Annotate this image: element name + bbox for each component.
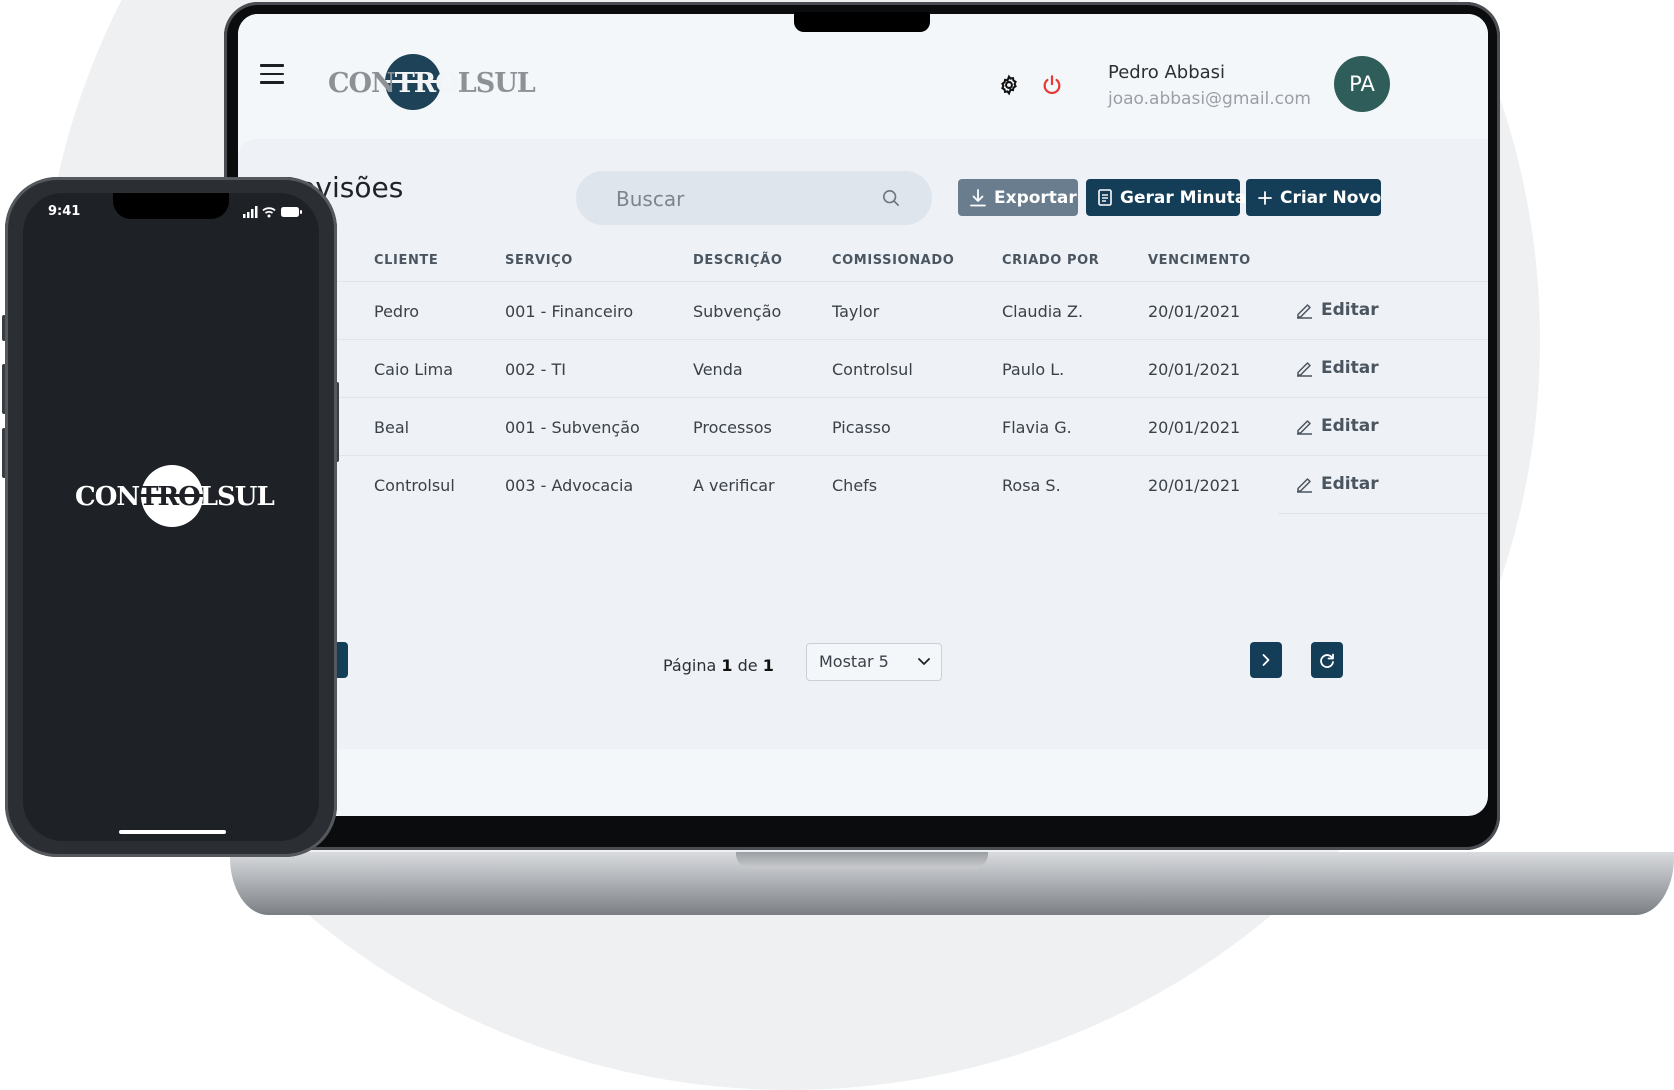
table-row[interactable]: Caio Lima 002 - TI Venda Controlsul Paul…	[238, 339, 1488, 398]
pagination-info: Página 1 de 1	[663, 656, 774, 675]
table-row[interactable]: Beal 001 - Subvenção Processos Picasso F…	[238, 397, 1488, 456]
cell-comissionado: Taylor	[832, 302, 880, 321]
cell-cliente: Beal	[374, 418, 410, 437]
column-header-vencimento[interactable]: VENCIMENTO	[1148, 253, 1251, 268]
gear-icon[interactable]	[998, 74, 1020, 96]
pencil-icon	[1297, 303, 1312, 319]
cell-comissionado: Picasso	[832, 418, 891, 437]
cell-criado-por: Claudia Z.	[1002, 302, 1084, 321]
menu-icon[interactable]	[260, 64, 284, 84]
cell-criado-por: Paulo L.	[1002, 360, 1065, 379]
splash-logo-text: CONTROLSUL	[75, 482, 275, 512]
cell-criado-por: Flavia G.	[1002, 418, 1072, 437]
edit-button[interactable]: Editar	[1296, 474, 1379, 494]
user-name: Pedro Abbasi	[1108, 62, 1226, 83]
phone-screen: 9:41 CONTROLSUL	[23, 193, 319, 841]
app-logo[interactable]: CONTROLSUL	[328, 54, 536, 114]
table-row[interactable]: Controlsul 003 - Advocacia A verificar C…	[238, 455, 1488, 514]
refresh-button[interactable]	[1311, 642, 1343, 678]
edit-label: Editar	[1321, 416, 1379, 436]
pencil-icon	[1297, 477, 1312, 493]
cell-vencimento: 20/01/2021	[1148, 418, 1241, 437]
cell-descricao: A verificar	[693, 476, 775, 495]
export-label: Exportar	[994, 187, 1077, 208]
column-header-comissionado[interactable]: COMISSIONADO	[832, 253, 954, 268]
create-new-label: Criar Novo	[1280, 187, 1382, 208]
phone-clock: 9:41	[48, 204, 81, 219]
page-size-select[interactable]: Mostar 5	[806, 643, 942, 681]
download-icon	[970, 188, 986, 206]
document-icon	[1098, 189, 1112, 206]
edit-button[interactable]: Editar	[1296, 416, 1379, 436]
laptop-screen: CONTROLSUL Pedro Abbasi joao.abbasi@gmai…	[238, 14, 1488, 816]
logo-text: CONTROLSUL	[328, 68, 536, 99]
search-box	[576, 171, 932, 227]
chevron-right-icon	[1262, 654, 1270, 666]
power-icon[interactable]	[1041, 74, 1063, 96]
cell-vencimento: 20/01/2021	[1148, 476, 1241, 495]
page-size-value: Mostar 5	[819, 652, 889, 671]
next-page-button[interactable]	[1250, 642, 1282, 678]
edit-button[interactable]: Editar	[1296, 358, 1379, 378]
search-input[interactable]	[614, 171, 878, 227]
pagination-prefix: Página	[663, 656, 717, 675]
phone-dynamic-island	[113, 193, 229, 219]
cell-cliente: Controlsul	[374, 476, 455, 495]
pagination-sep: de	[737, 656, 758, 675]
cell-criado-por: Rosa S.	[1002, 476, 1061, 495]
column-header-descricao[interactable]: DESCRIÇÃO	[693, 253, 782, 268]
cell-servico: 002 - TI	[505, 360, 566, 379]
home-indicator[interactable]	[119, 830, 226, 834]
create-new-button[interactable]: Criar Novo	[1246, 179, 1381, 216]
refresh-icon	[1320, 653, 1334, 668]
avatar[interactable]: PA	[1334, 56, 1390, 112]
cell-vencimento: 20/01/2021	[1148, 360, 1241, 379]
edit-label: Editar	[1321, 474, 1379, 494]
status-icons	[243, 206, 302, 218]
table-header: CLIENTE SERVIÇO DESCRIÇÃO COMISSIONADO C…	[238, 241, 1488, 279]
cell-servico: 001 - Financeiro	[505, 302, 634, 321]
pencil-icon	[1297, 419, 1312, 435]
generate-minuta-button[interactable]: Gerar Minuta	[1086, 179, 1246, 216]
pagination-current: 1	[721, 656, 733, 675]
export-button[interactable]: Exportar	[958, 179, 1078, 216]
laptop-camera-notch	[794, 12, 930, 32]
user-email: joao.abbasi@gmail.com	[1108, 89, 1311, 109]
edit-button[interactable]: Editar	[1296, 300, 1379, 320]
column-header-cliente[interactable]: CLIENTE	[374, 253, 438, 268]
cell-vencimento: 20/01/2021	[1148, 302, 1241, 321]
cell-cliente: Caio Lima	[374, 360, 454, 379]
minuta-label: Gerar Minuta	[1120, 187, 1247, 208]
edit-label: Editar	[1321, 358, 1379, 378]
cell-descricao: Venda	[693, 360, 743, 379]
table-divider	[1278, 513, 1488, 514]
search-icon[interactable]	[882, 189, 900, 207]
laptop-base-notch	[736, 852, 988, 868]
pencil-icon	[1297, 361, 1312, 377]
top-bar: CONTROLSUL Pedro Abbasi joao.abbasi@gmai…	[238, 14, 1488, 139]
cell-descricao: Processos	[693, 418, 772, 437]
cell-comissionado: Controlsul	[832, 360, 913, 379]
cell-comissionado: Chefs	[832, 476, 878, 495]
edit-label: Editar	[1321, 300, 1379, 320]
table-row[interactable]: Pedro 001 - Financeiro Subvenção Taylor …	[238, 281, 1488, 340]
cell-cliente: Pedro	[374, 302, 420, 321]
pagination-total: 1	[762, 656, 774, 675]
column-header-criado-por[interactable]: CRIADO POR	[1002, 253, 1099, 268]
main-content: Revisões Exportar Gerar Minuta	[238, 139, 1488, 749]
cell-servico: 003 - Advocacia	[505, 476, 634, 495]
plus-icon	[1258, 190, 1272, 205]
cell-descricao: Subvenção	[693, 302, 782, 321]
splash-logo: CONTROLSUL	[75, 465, 275, 535]
phone-frame: 9:41 CONTROLSUL	[5, 177, 337, 857]
column-header-servico[interactable]: SERVIÇO	[505, 253, 573, 268]
cell-servico: 001 - Subvenção	[505, 418, 640, 437]
